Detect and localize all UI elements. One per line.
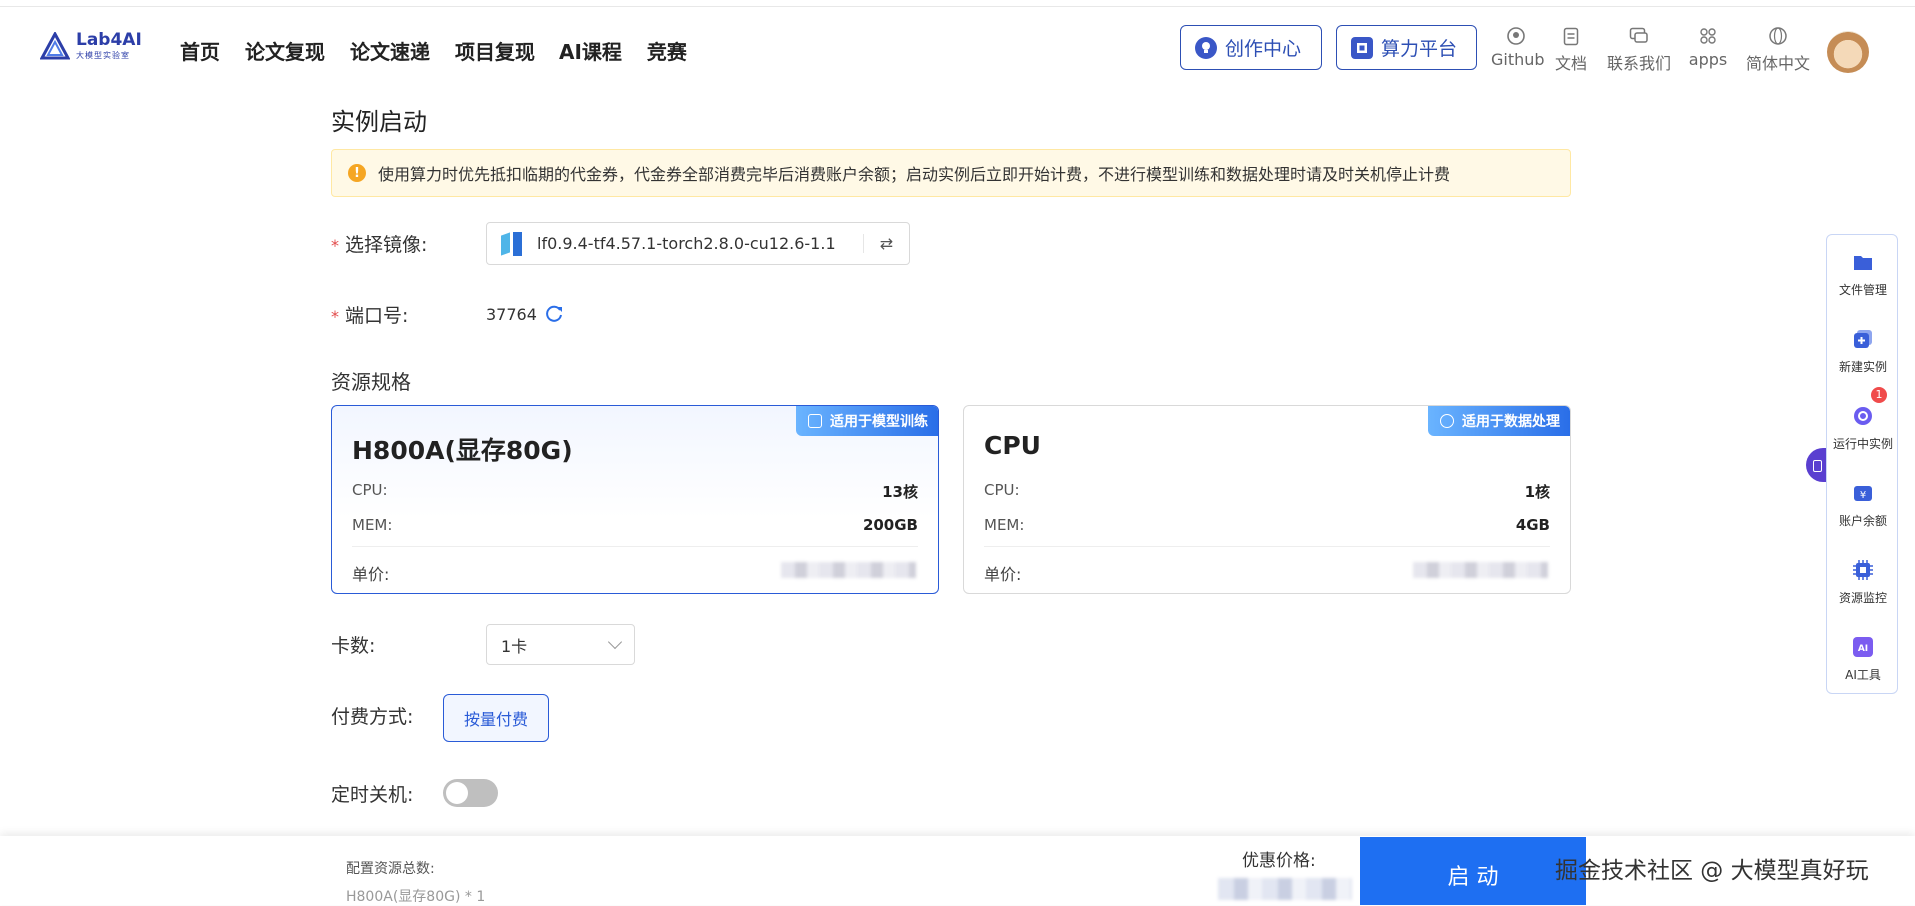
nav-paper-reproduction[interactable]: 论文复现 [245, 36, 325, 65]
required-mark: * [331, 307, 339, 326]
page-title: 实例启动 [331, 108, 427, 136]
top-header: Lab4AI 大模型实验室 首页 论文复现 论文速递 项目复现 AI课程 竞赛 … [0, 8, 1915, 88]
refresh-icon[interactable] [543, 302, 565, 324]
required-mark: * [331, 236, 339, 255]
github-link[interactable]: Github [1491, 25, 1545, 69]
total-resources-value: H800A(显存80G) * 1 [346, 889, 486, 905]
logo-name: Lab4AI [76, 30, 142, 50]
chat-icon [1604, 25, 1674, 47]
cloud-icon [1440, 414, 1454, 428]
chevron-down-icon [607, 634, 623, 649]
ai-tools-icon: AI [1853, 637, 1873, 657]
divider [984, 546, 1550, 547]
billing-alert: ! 使用算力时优先抵扣临期的代金券，代金券全部消费完毕后消费账户余额；启动实例后… [331, 149, 1571, 197]
top-border [0, 0, 1915, 7]
logo-icon [40, 32, 70, 60]
divider [352, 546, 918, 547]
chip-icon [808, 414, 822, 428]
docs-link[interactable]: 文档 [1553, 25, 1589, 74]
avatar[interactable] [1827, 31, 1869, 73]
spec-mem: MEM: 200GB [352, 516, 918, 534]
payment-method-label: 付费方式: [331, 706, 414, 728]
image-select-value: lf0.9.4-tf4.57.1-torch2.8.0-cu12.6-1.1 [537, 234, 836, 253]
apps-link[interactable]: apps [1687, 25, 1729, 69]
monitor-chip-icon [1853, 560, 1873, 580]
main-nav: 首页 论文复现 论文速递 项目复现 AI课程 竞赛 [180, 36, 712, 65]
spec-mem: MEM: 4GB [984, 516, 1550, 534]
svg-text:AI: AI [1858, 644, 1868, 654]
sidebar-item-account-balance[interactable]: ¥ 账户余额 [1827, 482, 1899, 529]
card-count-label: 卡数: [331, 635, 376, 657]
globe-icon [1742, 25, 1814, 47]
card-count-select[interactable]: 1卡 [486, 624, 635, 665]
unit-price-label: 单价: [984, 565, 1022, 584]
quick-tools-sidebar: 文件管理 新建实例 1 运行中实例 ¥ 账户余额 资源监控 AI AI工具 [1826, 234, 1898, 694]
card-title: CPU [984, 431, 1041, 460]
github-label: Github [1491, 50, 1545, 69]
unit-price-redacted [781, 562, 916, 578]
sidebar-item-running-instances[interactable]: 1 运行中实例 [1827, 387, 1899, 452]
create-center-button[interactable]: 创作中心 [1180, 25, 1322, 70]
image-select[interactable]: lf0.9.4-tf4.57.1-torch2.8.0-cu12.6-1.1 ⇄ [486, 222, 910, 265]
scheduled-shutdown-label: 定时关机: [331, 784, 414, 806]
nav-project-reproduction[interactable]: 项目复现 [455, 36, 535, 65]
card-tag: 适用于数据处理 [1428, 406, 1570, 436]
discount-price-label: 优惠价格: [1242, 851, 1316, 871]
spec-cpu: CPU: 13核 [352, 481, 918, 501]
contact-label: 联系我们 [1606, 54, 1671, 73]
logo-subtitle: 大模型实验室 [76, 51, 130, 60]
docs-label: 文档 [1554, 54, 1587, 73]
resource-card-h800a[interactable]: 适用于模型训练 H800A(显存80G) CPU: 13核 MEM: 200GB 单… [331, 405, 939, 594]
logo[interactable]: Lab4AI 大模型实验室 [40, 32, 142, 60]
svg-text:¥: ¥ [1860, 490, 1866, 501]
github-icon [1491, 25, 1541, 47]
image-field-label: * 选择镜像: [331, 234, 428, 256]
unit-price-redacted [1413, 562, 1548, 578]
port-field-label: * 端口号: [331, 305, 409, 327]
compute-platform-button[interactable]: 算力平台 [1336, 25, 1477, 70]
sidebar-item-resource-monitor[interactable]: 资源监控 [1827, 559, 1899, 606]
discount-price-redacted [1218, 878, 1352, 900]
wallet-icon: ¥ [1854, 486, 1872, 501]
resource-card-cpu[interactable]: 适用于数据处理 CPU CPU: 1核 MEM: 4GB 单价: [963, 405, 1571, 594]
chip-icon [1351, 36, 1373, 59]
swap-icon[interactable]: ⇄ [863, 234, 909, 253]
add-instance-icon [1854, 330, 1872, 348]
running-count-badge: 1 [1871, 387, 1887, 403]
card-count-value: 1卡 [501, 636, 528, 656]
port-value: 37764 [486, 305, 537, 324]
folder-icon [1854, 256, 1872, 270]
apps-label: apps [1688, 50, 1728, 69]
language-switch[interactable]: 简体中文 [1742, 25, 1814, 74]
lightbulb-icon [1195, 36, 1217, 59]
collapse-sidebar-handle[interactable] [1806, 448, 1826, 482]
warning-icon: ! [348, 164, 366, 182]
sidebar-item-file-manager[interactable]: 文件管理 [1827, 251, 1899, 298]
sidebar-item-new-instance[interactable]: 新建实例 [1827, 328, 1899, 375]
nav-home[interactable]: 首页 [180, 36, 220, 65]
sidebar-item-ai-tools[interactable]: AI AI工具 [1827, 636, 1899, 683]
start-button[interactable]: 启 动 [1360, 837, 1586, 905]
card-tag: 适用于模型训练 [796, 406, 938, 436]
alert-text: 使用算力时优先抵扣临期的代金券，代金券全部消费完毕后消费账户余额；启动实例后立即… [378, 165, 1451, 184]
spec-cpu: CPU: 1核 [984, 481, 1550, 501]
nav-ai-course[interactable]: AI课程 [559, 36, 622, 65]
apps-grid-icon [1687, 25, 1729, 47]
document-icon [1553, 25, 1589, 47]
contact-link[interactable]: 联系我们 [1604, 25, 1674, 74]
create-center-label: 创作中心 [1225, 38, 1302, 60]
card-title: H800A(显存80G) [352, 436, 573, 465]
nav-paper-digest[interactable]: 论文速递 [350, 36, 430, 65]
pay-as-you-go-option[interactable]: 按量付费 [443, 694, 549, 742]
resource-spec-title: 资源规格 [331, 370, 411, 394]
running-icon [1854, 407, 1872, 425]
scheduled-shutdown-toggle[interactable] [443, 779, 498, 807]
compute-platform-label: 算力平台 [1381, 38, 1458, 60]
language-label: 简体中文 [1745, 54, 1810, 73]
total-resources-label: 配置资源总数: [346, 861, 435, 877]
nav-competition[interactable]: 竞赛 [647, 36, 687, 65]
watermark: 掘金技术社区 @ 大模型真好玩 [1555, 858, 1869, 884]
unit-price-label: 单价: [352, 565, 390, 584]
image-logo-icon [499, 231, 525, 256]
